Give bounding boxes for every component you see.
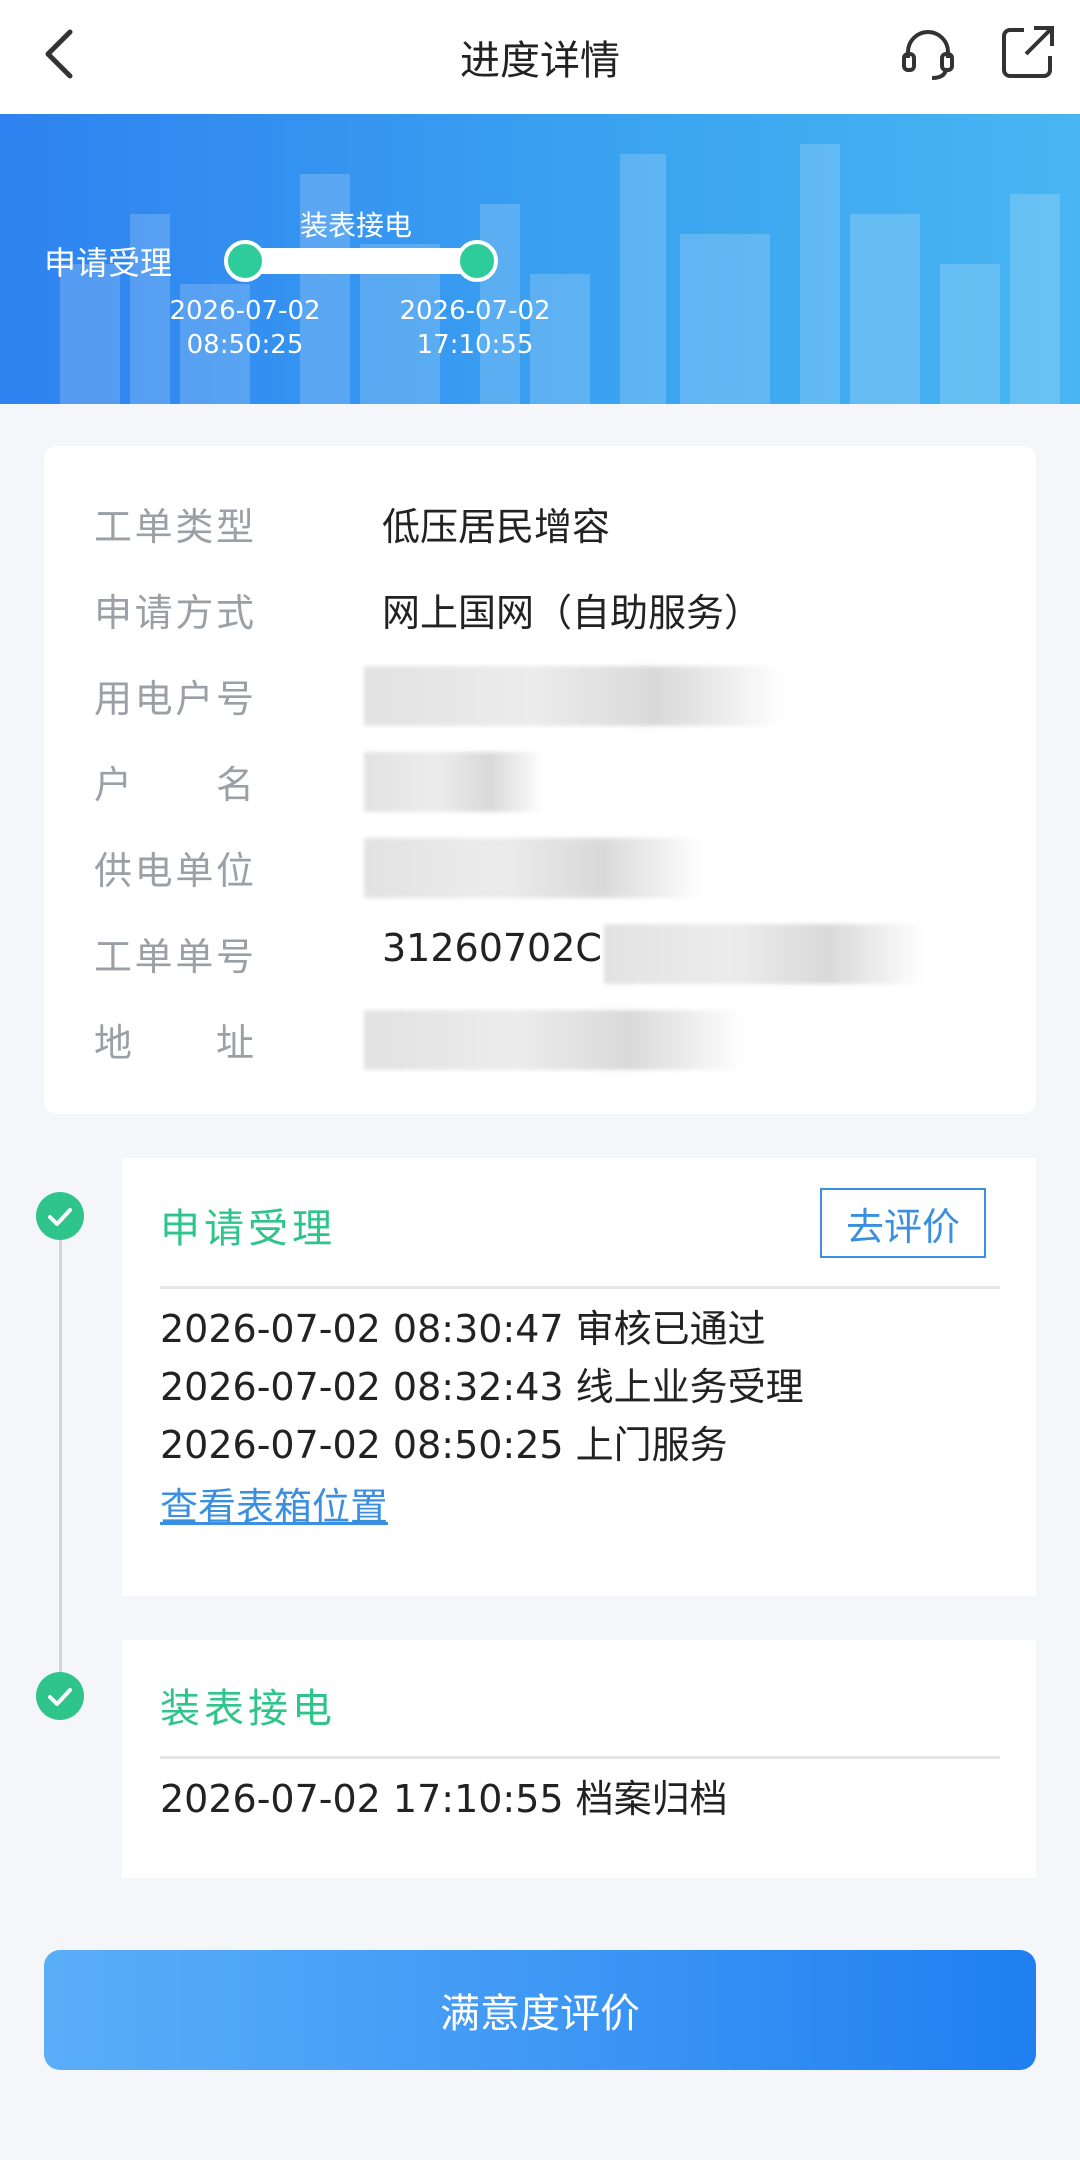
info-value: 低压居民增容 xyxy=(382,505,611,549)
view-meter-box-location-link[interactable]: 查看表箱位置 xyxy=(160,1476,388,1531)
timeline-entry: 2026-07-02 08:30:47 审核已通过 xyxy=(160,1307,766,1351)
evaluate-button[interactable]: 去评价 xyxy=(820,1188,986,1258)
check-icon xyxy=(48,1208,72,1226)
progress-time-1-date: 2026-07-02 xyxy=(169,296,321,326)
timeline-line xyxy=(59,1240,62,1680)
timeline-step-title: 申请受理 xyxy=(160,1206,336,1252)
share-button[interactable] xyxy=(996,20,1060,84)
page: 进度详情 申请受理 装表接电 2026-07-02 08:50:25 2026-… xyxy=(0,0,1080,2160)
info-label: 工单类型 xyxy=(94,505,254,549)
info-value: 31260702C xyxy=(382,926,602,970)
info-value: 网上国网（自助服务） xyxy=(382,591,763,635)
headset-icon xyxy=(902,30,954,80)
order-info-card: 工单类型 低压居民增容 申请方式 网上国网（自助服务） 用电户号 31056 户… xyxy=(44,446,1036,1114)
satisfaction-evaluation-button[interactable]: 满意度评价 xyxy=(44,1950,1036,2070)
info-row-order-number: 工单单号 31260702C xyxy=(94,924,994,986)
next-stage-label: 装表接电 xyxy=(300,209,413,242)
progress-node-1 xyxy=(224,240,266,282)
timeline-card-step2: 装表接电 2026-07-02 17:10:55 档案归档 xyxy=(122,1640,1036,1878)
info-label: 供电单位 xyxy=(94,849,254,893)
progress-time-1-clock: 08:50:25 xyxy=(186,330,304,360)
redaction-blur xyxy=(604,924,924,984)
customer-service-button[interactable] xyxy=(896,22,960,86)
progress-time-1: 2026-07-02 08:50:25 xyxy=(150,294,340,362)
progress-time-2-date: 2026-07-02 xyxy=(399,296,551,326)
timeline-card-step1: 申请受理 去评价 2026-07-02 08:30:47 审核已通过 2026-… xyxy=(122,1158,1036,1596)
info-row-order-type: 工单类型 低压居民增容 xyxy=(94,496,994,556)
info-label: 申请方式 xyxy=(94,591,254,635)
timeline-entry: 2026-07-02 17:10:55 档案归档 xyxy=(160,1777,728,1821)
info-row-supply-unit: 供电单位 xyxy=(94,838,994,900)
info-row-apply-method: 申请方式 网上国网（自助服务） xyxy=(94,582,994,642)
info-label: 工单单号 xyxy=(94,935,254,979)
share-icon xyxy=(1002,26,1054,78)
timeline-node-2 xyxy=(36,1672,84,1720)
info-row-address: 地址 xyxy=(94,1010,994,1072)
timeline-step-title: 装表接电 xyxy=(160,1686,336,1732)
divider xyxy=(160,1286,1000,1289)
timeline-node-1 xyxy=(36,1192,84,1240)
redaction-blur xyxy=(364,838,704,898)
divider xyxy=(160,1756,1000,1759)
timeline-entry: 2026-07-02 08:32:43 线上业务受理 xyxy=(160,1365,804,1409)
redaction-blur xyxy=(364,752,544,812)
top-bar: 进度详情 xyxy=(0,0,1080,114)
info-label: 地址 xyxy=(94,1021,254,1065)
progress-banner: 申请受理 装表接电 2026-07-02 08:50:25 2026-07-02… xyxy=(0,114,1080,404)
progress-track xyxy=(246,248,476,274)
info-row-account-number: 用电户号 31056 xyxy=(94,666,994,728)
check-icon xyxy=(48,1688,72,1706)
info-row-account-name: 户名 xyxy=(94,752,994,814)
progress-node-2 xyxy=(456,240,498,282)
progress-time-2-clock: 17:10:55 xyxy=(416,330,534,360)
info-label: 用电户号 xyxy=(94,677,254,721)
timeline-entry: 2026-07-02 08:50:25 上门服务 xyxy=(160,1423,728,1467)
current-stage-label: 申请受理 xyxy=(44,244,173,282)
redaction-blur xyxy=(364,666,784,726)
info-label: 户名 xyxy=(94,763,254,807)
redaction-blur xyxy=(364,1010,744,1070)
progress-time-2: 2026-07-02 17:10:55 xyxy=(380,294,570,362)
